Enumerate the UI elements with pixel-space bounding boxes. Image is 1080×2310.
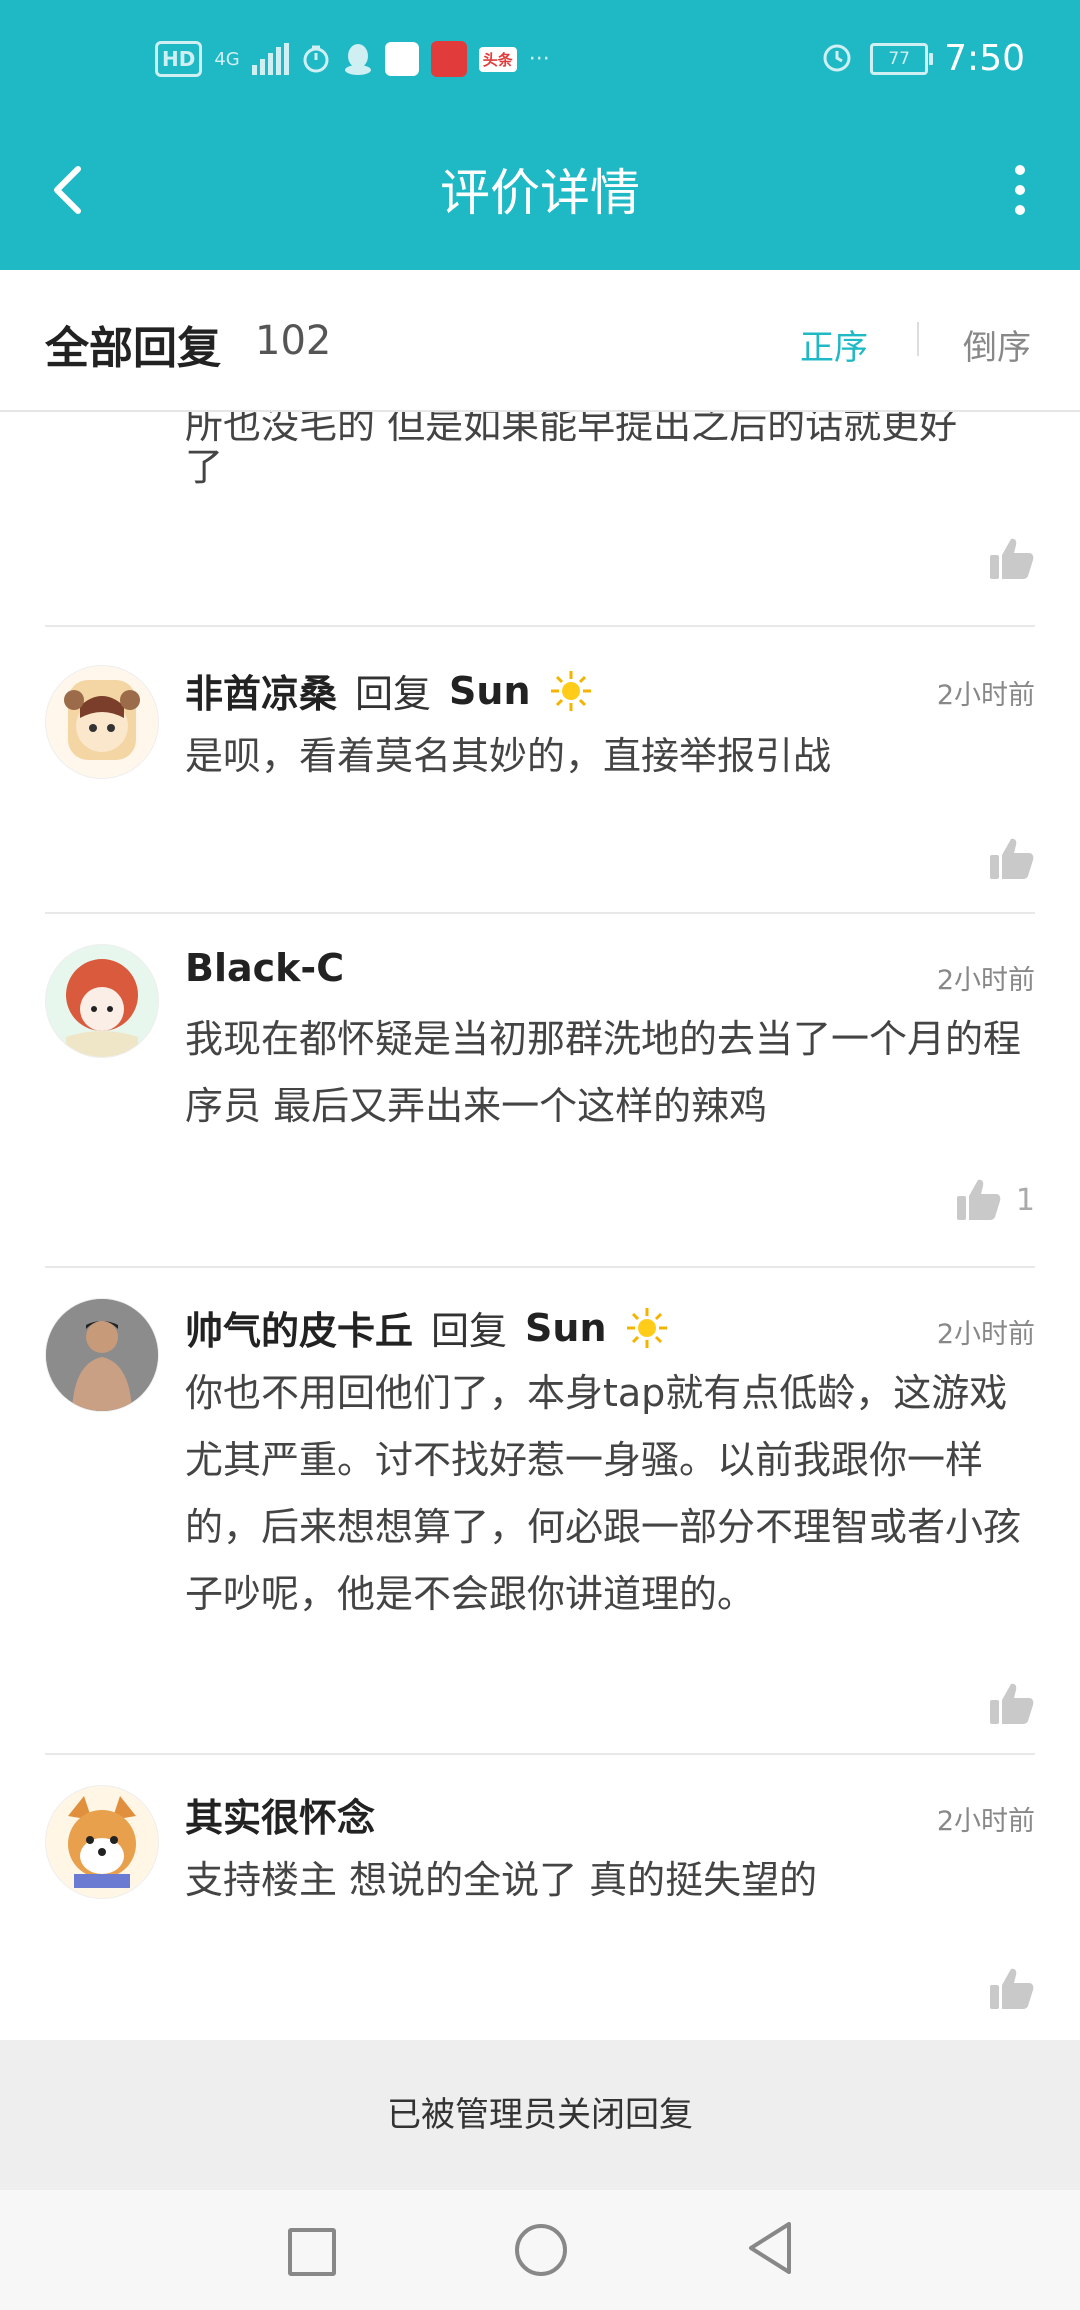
status-icons-right: 77 7:50	[820, 38, 1025, 79]
recent-apps-button[interactable]	[288, 2228, 336, 2276]
author-name[interactable]: 帅气的皮卡丘	[185, 1300, 413, 1355]
reply-time: 2小时前	[936, 680, 1035, 711]
app-notification-icon	[384, 42, 419, 76]
reply-list[interactable]: 所也没毛的 但是如果能早提出之后的话就更好 了 非酋凉桑 回复 Sun 2小时前…	[0, 380, 1080, 2040]
author-name[interactable]: Black-C	[185, 946, 344, 990]
reply-item[interactable]: 帅气的皮卡丘 回复 Sun 2小时前 你也不用回他们了，本身tap就有点低龄，这…	[45, 1266, 1035, 1753]
sort-ascending-tab[interactable]: 正序	[800, 320, 868, 369]
nav-back-button[interactable]	[745, 2220, 795, 2276]
reply-author-line: 其实很怀念	[185, 1787, 375, 1842]
reply-label: 回复	[431, 1309, 508, 1353]
status-bar: HD 4G 头条 ··· 77 7:50	[0, 0, 1080, 125]
timer-icon	[301, 40, 331, 78]
reply-time: 2小时前	[936, 1806, 1035, 1837]
like-button[interactable]	[987, 835, 1035, 883]
page-title: 评价详情	[440, 164, 640, 222]
more-dot-icon	[1015, 165, 1025, 175]
reply-item[interactable]: 其实很怀念 2小时前 支持楼主 想说的全说了 真的挺失望的	[45, 1753, 1035, 2040]
reply-content: 是呗，看着莫名其妙的，直接举报引战	[185, 734, 832, 778]
more-dot-icon	[1015, 205, 1025, 215]
reply-author-line: Black-C	[185, 946, 344, 990]
more-dot-icon	[1015, 185, 1025, 195]
battery-indicator: 77	[870, 42, 934, 75]
partial-reply: 所也没毛的 但是如果能早提出之后的话就更好 了	[185, 403, 1035, 530]
more-options-button[interactable]	[990, 155, 1050, 225]
reply-author-line: 非酋凉桑 回复 Sun	[185, 663, 593, 718]
reply-content: 我现在都怀疑是当初那群洗地的去当了一个月的程序员 最后又弄出来一个这样的辣鸡	[185, 1017, 1022, 1128]
sort-divider	[917, 322, 919, 356]
reply-target-name[interactable]: Sun	[525, 1306, 606, 1350]
qq-icon	[343, 40, 373, 78]
reply-content: 你也不用回他们了，本身tap就有点低龄，这游戏尤其严重。讨不找好惹一身骚。以前我…	[185, 1371, 1022, 1616]
avatar[interactable]	[45, 1785, 159, 1899]
hd-icon: HD	[155, 41, 203, 77]
replies-header: 全部回复 102 正序 倒序	[0, 270, 1080, 412]
signal-icon	[251, 43, 289, 75]
partial-reply-last-line: 了	[185, 445, 224, 489]
system-nav-bar	[0, 2190, 1080, 2310]
reply-author-line: 帅气的皮卡丘 回复 Sun	[185, 1300, 669, 1355]
like-button[interactable]	[987, 1680, 1035, 1728]
thumbs-up-icon	[990, 1683, 1034, 1724]
network-type-icon: 4G	[214, 48, 240, 70]
thumbs-up-icon	[990, 838, 1034, 879]
home-button[interactable]	[515, 2224, 567, 2276]
reply-label: 回复	[355, 672, 432, 716]
app-bar: 评价详情	[0, 125, 1080, 270]
like-button[interactable]	[987, 535, 1035, 583]
avatar[interactable]	[45, 944, 159, 1058]
sort-descending-tab[interactable]: 倒序	[963, 320, 1031, 369]
replies-count: 102	[255, 318, 332, 364]
reply-item[interactable]: 非酋凉桑 回复 Sun 2小时前 是呗，看着莫名其妙的，直接举报引战	[45, 625, 1035, 912]
replies-closed-notice: 已被管理员关闭回复	[0, 2040, 1080, 2190]
thumbs-up-icon	[956, 1179, 1001, 1220]
thumbs-up-icon	[990, 1968, 1034, 2009]
like-button[interactable]: 1	[954, 1176, 1035, 1224]
toutiao-icon: 头条	[478, 46, 517, 72]
more-notifications-icon: ···	[528, 46, 550, 72]
reply-target-name[interactable]: Sun	[449, 669, 530, 713]
avatar[interactable]	[45, 1298, 159, 1412]
thumbs-up-icon	[990, 538, 1034, 579]
like-count: 1	[1015, 1182, 1035, 1218]
reply-time: 2小时前	[936, 1319, 1035, 1350]
reply-time: 2小时前	[936, 965, 1035, 996]
status-icons-left: HD 4G 头条 ···	[155, 40, 550, 78]
sun-badge-icon	[550, 670, 591, 711]
author-name[interactable]: 非酋凉桑	[185, 663, 337, 718]
replies-title: 全部回复	[45, 323, 221, 374]
reader-app-icon	[430, 41, 467, 77]
reply-content: 支持楼主 想说的全说了 真的挺失望的	[185, 1858, 818, 1902]
sun-badge-icon	[626, 1307, 667, 1348]
alarm-icon	[820, 40, 854, 78]
like-button[interactable]	[987, 1965, 1035, 2013]
clock: 7:50	[944, 38, 1025, 79]
author-name[interactable]: 其实很怀念	[185, 1787, 375, 1842]
triangle-back-icon	[749, 2222, 791, 2274]
reply-item[interactable]: Black-C 2小时前 我现在都怀疑是当初那群洗地的去当了一个月的程序员 最后…	[45, 912, 1035, 1266]
avatar[interactable]	[45, 665, 159, 779]
